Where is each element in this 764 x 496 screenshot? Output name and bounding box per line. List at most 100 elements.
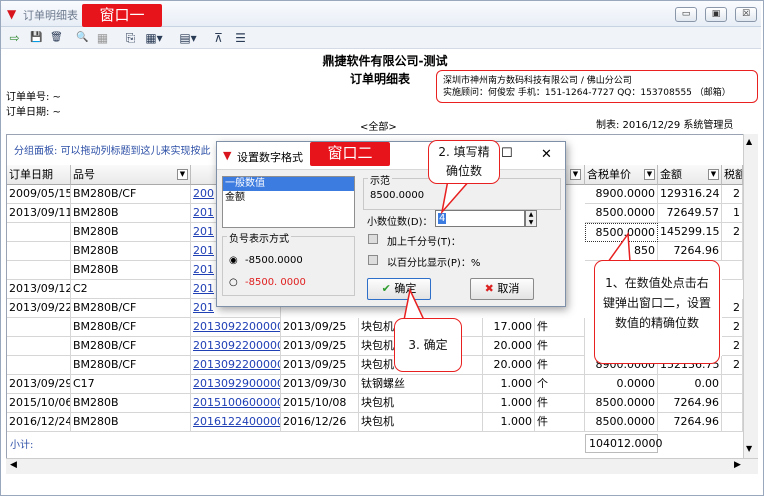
neg-radio-2[interactable]: ○ [229, 277, 238, 288]
dialog-titlebar: ▼ 设置数字格式 ☐ ✕ [217, 142, 565, 170]
neg-group-label: 负号表示方式 [227, 230, 291, 245]
cell-amount: 72649.57 [658, 204, 722, 223]
maximize-button[interactable]: ▣ [705, 7, 727, 22]
checkmark-icon: ✔ [381, 282, 391, 295]
app-logo-icon: ▼ [7, 7, 17, 21]
window-title: 订单明细表 [23, 9, 78, 22]
subtotal-label: 小计: [10, 440, 34, 451]
ok-button[interactable]: ✔ 确定 [367, 278, 431, 300]
hscroll-bar[interactable] [6, 458, 758, 474]
cell-price: 0.0000 [585, 375, 658, 394]
copy-icon[interactable]: ⎘ [123, 31, 138, 45]
cancel-icon: ✖ [484, 282, 494, 295]
format-option-general[interactable]: 一般数值 [223, 177, 354, 191]
filter-dropdown-icon[interactable]: ▼ [644, 169, 655, 180]
scroll-down-icon[interactable]: ▼ [746, 444, 752, 453]
grid-icon[interactable]: ▦ [95, 31, 110, 45]
table-row[interactable]: 2013/09/29 C17 20130929000001 2013/09/30… [7, 375, 743, 394]
cell-tax [722, 394, 743, 413]
thousands-checkbox[interactable] [368, 234, 378, 244]
neg-radio-1[interactable]: ◉ [229, 255, 238, 266]
cell-date: 2013/09/22 [7, 299, 71, 318]
cell-qty: 1.000 [483, 413, 535, 432]
table-row[interactable]: 2015/10/06 BM280B 20151006000001 2015/10… [7, 394, 743, 413]
decimals-input[interactable]: 4 [435, 210, 525, 227]
col-header-date[interactable]: 订单日期 [7, 165, 71, 185]
neg-format-group: 负号表示方式 ◉ -8500.0000 ○ -8500. 0000 [222, 230, 355, 296]
minimize-button[interactable]: ▭ [675, 7, 697, 22]
cell-qty: 1.000 [483, 375, 535, 394]
filter-dropdown-icon[interactable]: ▼ [177, 169, 188, 180]
number-format-dialog: ▼ 设置数字格式 ☐ ✕ 一般数值 金额 负号表示方式 ◉ -8500.0000… [216, 141, 566, 307]
cell-order-link[interactable]: 20161224000001 [191, 413, 281, 432]
columns-menu-icon[interactable]: ▤▾ [177, 31, 199, 45]
delete-icon[interactable]: 🗑 [49, 31, 64, 45]
cell-item: BM280B [71, 394, 191, 413]
group-panel: 分组面板: 可以拖动列标题到这儿来实现按此 [14, 146, 211, 157]
cell-price: 850 [585, 242, 658, 261]
exit-icon[interactable]: ⇨ [7, 31, 22, 45]
cell-unit: 件 [535, 394, 585, 413]
app-logo-icon: ▼ [223, 149, 232, 162]
cell-order-link[interactable]: 20151006000001 [191, 394, 281, 413]
cell-tax [722, 261, 743, 280]
cell-order-link[interactable]: 20130922000002 [191, 318, 281, 337]
cell-date: 2016/12/24 [7, 413, 71, 432]
report-title: 订单明细表 [349, 72, 410, 86]
format-list[interactable]: 一般数值 金额 [222, 176, 355, 228]
format-option-amount[interactable]: 金额 [223, 191, 354, 205]
cell-unit: 件 [535, 413, 585, 432]
scroll-up-icon[interactable]: ▲ [746, 137, 752, 146]
dialog-close-icon[interactable]: ✕ [541, 147, 552, 162]
cell-price: 8500.0000 [585, 204, 658, 223]
cell-amount: 0.00 [658, 375, 722, 394]
cell-item: BM280B [71, 261, 191, 280]
col-header-item[interactable]: 品号 ▼ [71, 165, 191, 185]
filter-dropdown-icon[interactable]: ▼ [708, 169, 719, 180]
close-button[interactable]: ☒ [735, 7, 757, 22]
cell-price-selected[interactable]: 8500.0000 [585, 223, 658, 242]
scroll-right-icon[interactable]: ▶ [734, 460, 741, 470]
order-no-label: 订单单号: ~ [6, 92, 61, 103]
filter-dropdown-icon[interactable]: ▼ [570, 169, 581, 180]
cell-item: BM280B/CF [71, 337, 191, 356]
cell-order-link[interactable]: 20130922000003 [191, 337, 281, 356]
callout-step1: 1、在数值处点击右键弹出窗口二，设置数值的精确位数 [594, 260, 720, 364]
cell-unit: 件 [535, 318, 585, 337]
cell-date [7, 337, 71, 356]
dialog-maximize-icon[interactable]: ☐ [501, 146, 513, 161]
decimals-stepper[interactable]: ▲ ▼ [525, 210, 537, 227]
cell-item: BM280B/CF [71, 299, 191, 318]
cell-item: C17 [71, 375, 191, 394]
search-icon[interactable]: 🔍 [75, 31, 90, 45]
cell-unit: 件 [535, 356, 585, 375]
list-icon[interactable]: ☰ [233, 31, 248, 45]
cell-name: 块包机 [359, 394, 483, 413]
cell-date [7, 223, 71, 242]
col-header-tax[interactable]: 税额 [722, 165, 743, 185]
thousands-label: 加上千分号(T)： [387, 237, 461, 248]
cell-unit: 个 [535, 375, 585, 394]
vscroll-bar[interactable] [743, 134, 758, 458]
col-header-price[interactable]: 含税单价 ▼ [585, 165, 658, 185]
cell-order-link[interactable]: 20130929000001 [191, 375, 281, 394]
cell-price: 8500.0000 [585, 394, 658, 413]
cell-name: 钛钢螺丝 [359, 375, 483, 394]
toolbar: ⇨ 💾 🗑 🔍 ▦ ⎘ ▦▾ ▤▾ ⊼ ☰ [1, 27, 761, 49]
callout-step3: 3. 确定 [394, 318, 462, 372]
layout-menu-icon[interactable]: ▦▾ [143, 31, 165, 45]
table-row[interactable]: 2016/12/24 BM280B 20161224000001 2016/12… [7, 413, 743, 432]
cancel-button[interactable]: ✖ 取消 [470, 278, 534, 300]
scroll-left-icon[interactable]: ◀ [10, 460, 17, 470]
cell-date [7, 318, 71, 337]
col-header-amount[interactable]: 金额 ▼ [658, 165, 722, 185]
save-icon[interactable]: 💾 [29, 31, 44, 45]
percent-label: 以百分比显示(P)：% [387, 258, 481, 269]
cell-item: BM280B [71, 204, 191, 223]
cell-date2: 2013/09/25 [281, 337, 359, 356]
filter-icon[interactable]: ⊼ [211, 31, 226, 45]
cell-order-link[interactable]: 20130922000004 [191, 356, 281, 375]
cell-date [7, 242, 71, 261]
cell-date: 2015/10/06 [7, 394, 71, 413]
percent-checkbox[interactable] [368, 255, 378, 265]
